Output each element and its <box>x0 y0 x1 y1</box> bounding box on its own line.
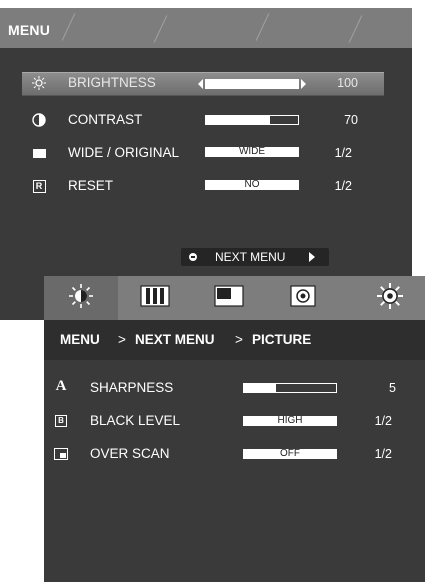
brightness-slider-fill <box>206 80 298 88</box>
sharpness-icon: A <box>52 377 70 394</box>
sharpness-value: 5 <box>389 381 396 395</box>
next-menu-label: NEXT MENU <box>215 250 286 264</box>
main-menu-header: MENU <box>0 8 412 48</box>
arrow-right-icon <box>309 252 315 262</box>
scratch-decoration <box>348 15 363 43</box>
black-level-icon: B <box>54 414 68 428</box>
tab-volume[interactable] <box>266 276 340 320</box>
menu-item-sharpness[interactable]: A SHARPNESS 5 <box>52 378 412 400</box>
sharpness-slider[interactable] <box>243 383 337 393</box>
breadcrumb-separator: > <box>118 332 126 347</box>
brightness-label: BRIGHTNESS <box>68 75 156 90</box>
slider-right-arrow[interactable] <box>301 79 306 89</box>
black-level-option-text: HIGH <box>277 415 303 426</box>
volume-tab-icon <box>290 284 316 312</box>
scratch-decoration <box>255 13 270 41</box>
wide-original-option[interactable]: WIDE <box>205 146 299 157</box>
menu-item-over-scan[interactable]: OVER SCAN OFF 1/2 <box>52 444 412 466</box>
menu-item-black-level[interactable]: B BLACK LEVEL HIGH 1/2 <box>52 411 412 433</box>
menu-item-contrast[interactable]: CONTRAST 70 <box>22 110 384 132</box>
menu-item-reset[interactable]: R RESET NO 1/2 <box>22 176 384 198</box>
tab-picture[interactable] <box>44 276 118 320</box>
black-level-value: 1/2 <box>374 414 392 428</box>
scratch-decoration <box>61 13 76 41</box>
wide-original-label: WIDE / ORIGINAL <box>68 145 180 160</box>
over-scan-value: 1/2 <box>374 447 392 461</box>
contrast-slider[interactable] <box>205 115 299 125</box>
button-circle-icon <box>189 253 197 261</box>
reset-value: 1/2 <box>334 179 352 193</box>
breadcrumb-next-menu: NEXT MENU <box>135 332 215 347</box>
color-tab-icon <box>140 284 170 312</box>
reset-label: RESET <box>68 178 114 193</box>
tab-settings[interactable] <box>353 276 425 320</box>
aspect-ratio-icon <box>32 146 46 160</box>
breadcrumb-menu: MENU <box>60 332 100 347</box>
black-level-option[interactable]: HIGH <box>243 415 337 426</box>
brightness-slider[interactable] <box>205 79 299 89</box>
slider-left-arrow[interactable] <box>198 79 203 89</box>
sharpness-label: SHARPNESS <box>90 380 174 395</box>
category-tabs <box>44 276 425 320</box>
contrast-label: CONTRAST <box>68 112 143 127</box>
over-scan-label: OVER SCAN <box>90 446 170 461</box>
next-menu-button[interactable]: NEXT MENU <box>181 248 329 266</box>
page-title: PICTURE <box>252 332 312 347</box>
menu-title: MENU <box>8 22 51 38</box>
picture-tab-icon <box>68 283 94 314</box>
black-level-icon-glyph: B <box>55 415 67 427</box>
display-tab-icon <box>214 284 244 312</box>
black-level-label: BLACK LEVEL <box>90 413 181 428</box>
reset-option-text: NO <box>244 179 260 190</box>
menu-item-wide-original[interactable]: WIDE / ORIGINAL WIDE 1/2 <box>22 143 384 165</box>
main-menu-panel: MENU BRIGHTNESS 100 CONTRAST 70 WIDE / O… <box>0 8 412 320</box>
settings-tab-icon <box>376 282 404 315</box>
contrast-icon <box>32 113 46 127</box>
reset-icon: R <box>32 179 46 193</box>
breadcrumb-separator: > <box>235 332 243 347</box>
sharpness-icon-glyph: A <box>55 377 67 394</box>
sun-icon <box>32 76 46 90</box>
over-scan-option-text: OFF <box>280 448 300 459</box>
reset-option[interactable]: NO <box>205 179 299 190</box>
wide-original-value: 1/2 <box>334 146 352 160</box>
menu-item-brightness[interactable]: BRIGHTNESS 100 <box>22 72 384 96</box>
tab-display[interactable] <box>192 276 266 320</box>
over-scan-option[interactable]: OFF <box>243 448 337 459</box>
contrast-value: 70 <box>344 113 358 127</box>
contrast-slider-fill <box>206 116 271 124</box>
scratch-decoration <box>153 15 168 43</box>
over-scan-icon <box>54 447 68 461</box>
brightness-value: 100 <box>337 76 358 90</box>
tab-color[interactable] <box>118 276 192 320</box>
picture-menu-panel: MENU > NEXT MENU > PICTURE A SHARPNESS 5… <box>44 276 425 582</box>
breadcrumb: MENU > NEXT MENU > PICTURE <box>44 320 425 360</box>
wide-original-option-text: WIDE <box>238 146 266 157</box>
sharpness-slider-fill <box>244 384 277 392</box>
